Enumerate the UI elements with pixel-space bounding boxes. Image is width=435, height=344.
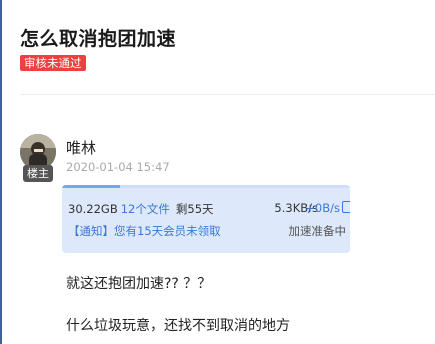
member-notice-link[interactable]: 【通知】您有15天会员未领取 [68, 224, 221, 238]
progress-bar [62, 185, 350, 188]
window-left-edge [0, 0, 2, 344]
post-header: 怎么取消抱团加速 审核未通过 [20, 26, 435, 71]
upload-speed: +0B/s [305, 201, 340, 215]
author-name[interactable]: 唯林 [66, 137, 96, 158]
post-paragraph: 就这还抱团加速?? ？？ [66, 276, 212, 292]
header-divider [20, 94, 435, 95]
post-paragraph: 什么垃圾玩意，还找不到取消的地方 [66, 318, 290, 334]
status-badge: 审核未通过 [20, 55, 86, 71]
post-body: 就这还抱团加速?? ？？ 什么垃圾玩意，还找不到取消的地方 [66, 274, 290, 336]
remaining-days: 剩55天 [175, 202, 214, 216]
post-title: 怎么取消抱团加速 [20, 28, 177, 50]
card-notice-row: 【通知】您有15天会员未领取 加速准备中 [68, 223, 348, 239]
card-info-row: 30.22GB 12个文件 剩55天 5.3KB/s +0B/s [68, 201, 350, 217]
op-tag: 楼主 [23, 165, 53, 182]
file-size: 30.22GB [68, 202, 118, 216]
file-count[interactable]: 12个文件 [121, 202, 170, 216]
acceleration-status: 加速准备中 [288, 224, 347, 238]
progress-fill [62, 185, 120, 188]
post-time: 2020-01-04 15:47 [66, 160, 170, 174]
download-card[interactable]: 30.22GB 12个文件 剩55天 5.3KB/s +0B/s 【通知】您有15天… [62, 185, 350, 253]
queue-icon[interactable] [342, 201, 350, 213]
